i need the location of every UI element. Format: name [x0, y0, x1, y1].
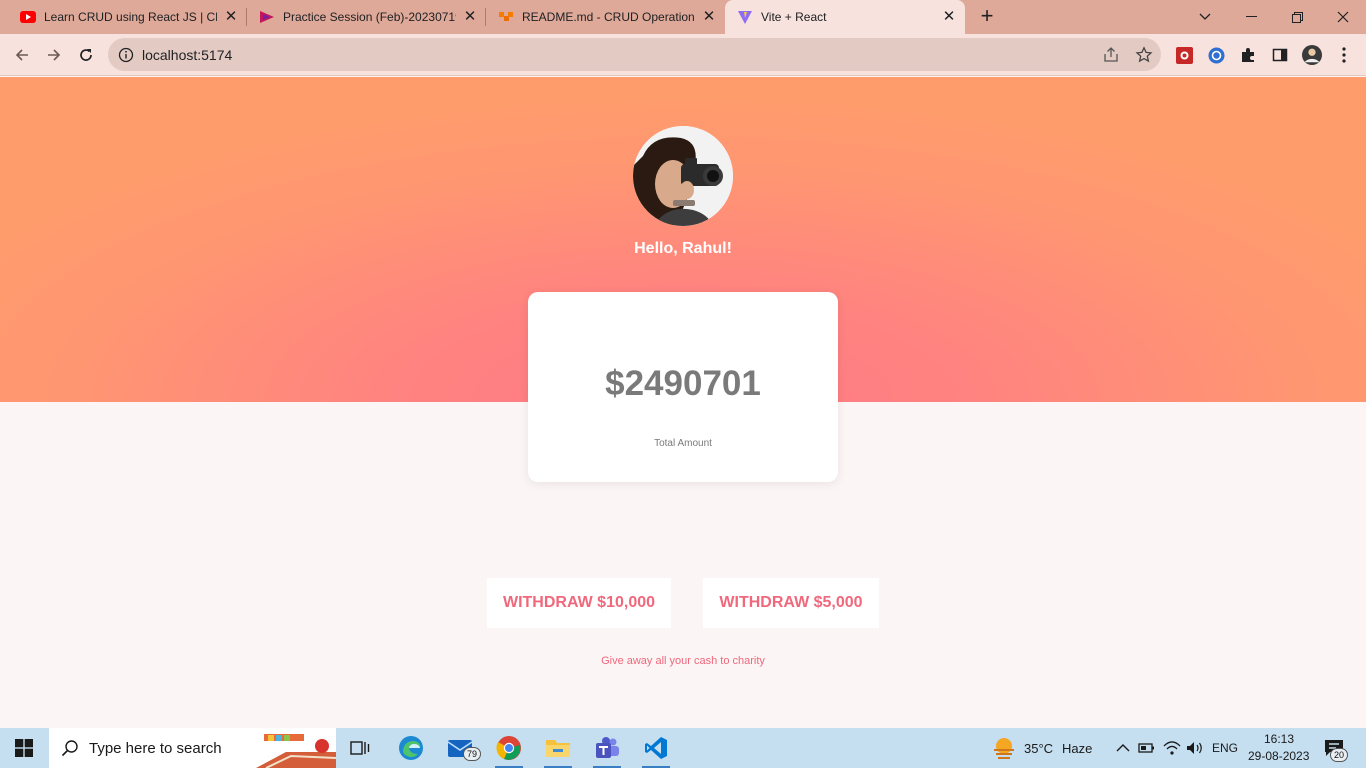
- side-panel-icon[interactable]: [1270, 45, 1290, 65]
- mail-count-badge: 79: [463, 747, 481, 761]
- app-page: Hello, Rahul! $2490701 Total Amount WITH…: [0, 77, 1366, 728]
- new-tab-button[interactable]: +: [975, 5, 999, 29]
- file-explorer-icon[interactable]: [536, 728, 580, 768]
- close-tab-icon[interactable]: ✕: [462, 9, 478, 25]
- tab-title: Vite + React: [761, 10, 827, 24]
- browser-tab-strip: Learn CRUD using React JS | CRU ✕ Practi…: [0, 0, 1366, 34]
- close-tab-icon[interactable]: ✕: [223, 9, 239, 25]
- mail-icon[interactable]: 79: [438, 728, 482, 768]
- url-text: localhost:5174: [142, 46, 233, 63]
- task-view-icon[interactable]: [338, 728, 382, 768]
- tab-search-icon[interactable]: [1182, 0, 1228, 34]
- weather-condition[interactable]: Haze: [1062, 741, 1092, 756]
- browser-tab-active[interactable]: Vite + React ✕: [725, 0, 965, 34]
- close-tab-icon[interactable]: ✕: [701, 9, 717, 25]
- balance-amount: $2490701: [605, 364, 761, 403]
- edge-browser-icon[interactable]: [389, 728, 433, 768]
- notification-count-badge: 20: [1330, 748, 1348, 762]
- profile-avatar-icon[interactable]: [1302, 45, 1322, 65]
- search-icon: [61, 740, 78, 757]
- site-info-icon[interactable]: [118, 47, 134, 63]
- vscode-icon[interactable]: [634, 728, 678, 768]
- browser-tab[interactable]: Practice Session (Feb)-20230719_ ✕: [239, 0, 486, 34]
- give-to-charity-link[interactable]: Give away all your cash to charity: [0, 655, 1366, 667]
- greeting-text: Hello, Rahul!: [634, 240, 732, 257]
- extension-red-icon[interactable]: [1174, 45, 1194, 65]
- language-indicator[interactable]: ENG: [1212, 741, 1238, 755]
- tab-title: Learn CRUD using React JS | CRU: [44, 10, 217, 24]
- address-bar[interactable]: localhost:5174: [108, 38, 1161, 71]
- wifi-icon[interactable]: [1163, 740, 1181, 756]
- close-window-icon[interactable]: [1320, 0, 1366, 34]
- windows-start-icon[interactable]: [2, 728, 46, 768]
- vite-icon: [738, 11, 752, 24]
- close-tab-icon[interactable]: ✕: [941, 9, 957, 25]
- browser-toolbar: localhost:5174: [0, 34, 1366, 76]
- windows-taskbar: Type here to search 79 35°C Haze ENG 16:…: [0, 728, 1366, 768]
- browser-menu-icon[interactable]: [1334, 45, 1354, 65]
- minimize-icon[interactable]: [1228, 0, 1274, 34]
- weather-haze-icon[interactable]: [992, 736, 1016, 760]
- taskbar-search-box[interactable]: Type here to search: [49, 728, 336, 768]
- tab-title: Practice Session (Feb)-20230719_: [283, 10, 456, 24]
- teams-icon[interactable]: [585, 728, 629, 768]
- clock-date[interactable]: 29-08-2023: [1248, 749, 1309, 763]
- search-placeholder: Type here to search: [89, 739, 222, 757]
- balance-card: $2490701 Total Amount: [528, 292, 838, 482]
- extensions-puzzle-icon[interactable]: [1238, 45, 1258, 65]
- chevron-up-icon[interactable]: [1116, 743, 1130, 753]
- share-icon[interactable]: [1102, 46, 1120, 64]
- forward-arrow-icon[interactable]: [41, 42, 67, 68]
- youtube-icon: [20, 11, 36, 23]
- tab-title: README.md - CRUD Operation-R: [522, 10, 695, 24]
- balance-label: Total Amount: [654, 438, 712, 449]
- clock-time[interactable]: 16:13: [1264, 732, 1294, 746]
- play-triangle-icon: [260, 11, 274, 23]
- gitlab-icon: [499, 12, 513, 21]
- search-highlight-icon: [256, 734, 336, 768]
- chrome-icon[interactable]: [487, 728, 531, 768]
- volume-icon[interactable]: [1186, 740, 1204, 756]
- browser-tab[interactable]: Learn CRUD using React JS | CRU ✕: [0, 0, 247, 34]
- back-arrow-icon[interactable]: [9, 42, 35, 68]
- battery-icon[interactable]: [1138, 741, 1156, 755]
- extension-blue-icon[interactable]: [1206, 45, 1226, 65]
- browser-tab[interactable]: README.md - CRUD Operation-R ✕: [478, 0, 725, 34]
- reload-icon[interactable]: [73, 42, 99, 68]
- user-avatar: [633, 126, 733, 226]
- bookmark-star-icon[interactable]: [1135, 46, 1153, 64]
- weather-temp[interactable]: 35°C: [1024, 741, 1053, 756]
- restore-icon[interactable]: [1274, 0, 1320, 34]
- withdraw-10000-button[interactable]: WITHDRAW $10,000: [487, 578, 671, 628]
- withdraw-5000-button[interactable]: WITHDRAW $5,000: [703, 578, 879, 628]
